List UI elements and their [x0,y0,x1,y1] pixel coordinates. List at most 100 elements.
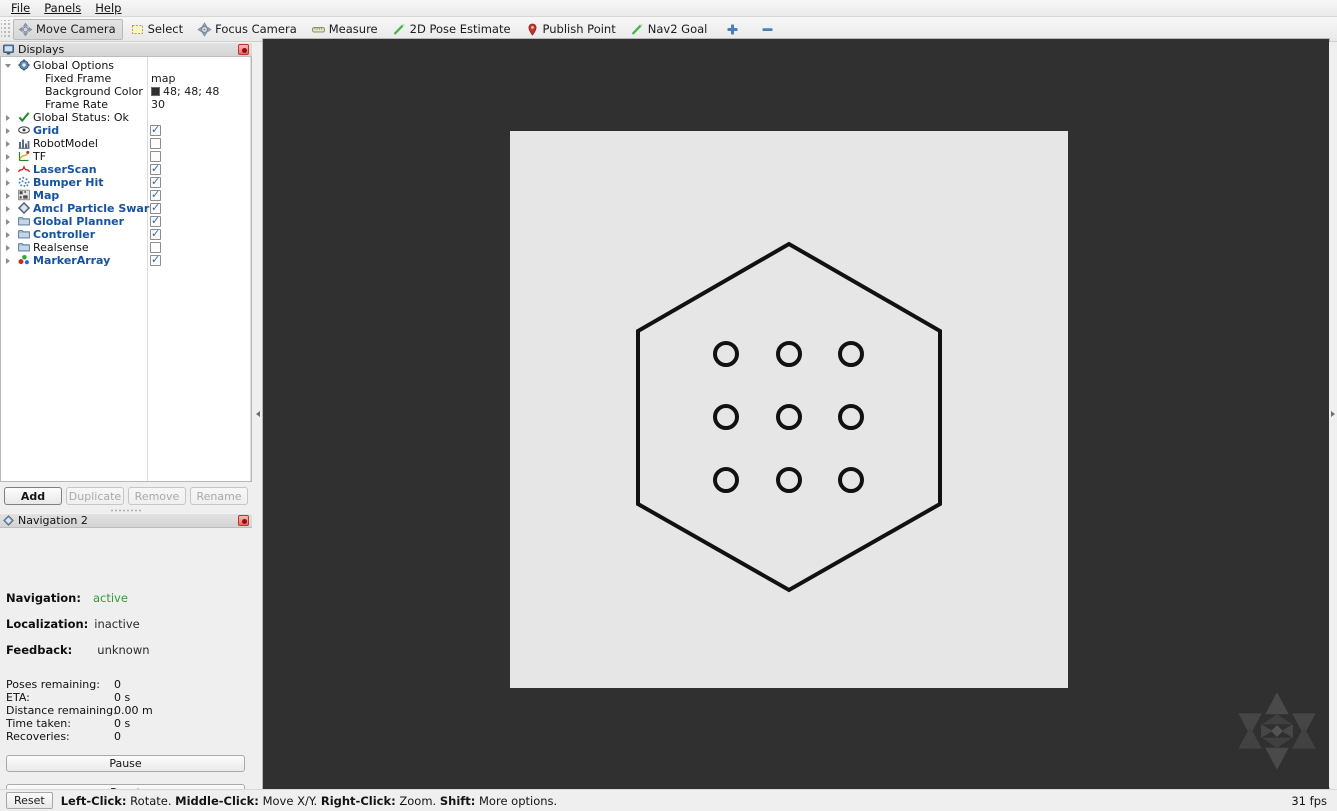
display-tree-row[interactable]: Amcl Particle Swarm [1,201,251,215]
menu-item-file[interactable]: File [4,0,37,17]
nav-status-navigation: Navigation: active [6,591,128,605]
display-enable-checkbox[interactable] [150,188,161,201]
display-tree-row[interactable]: Map [1,188,251,202]
nav-metric-poses-remaining-key: Poses remaining: [6,678,100,691]
display-enable-checkbox[interactable] [150,214,161,227]
tree-expander-closed-icon[interactable] [6,232,11,238]
tool-2d-pose-estimate[interactable]: 2D Pose Estimate [387,19,518,40]
rename-display-button[interactable]: Rename [190,487,248,505]
tree-expander-closed-icon[interactable] [6,167,11,173]
tree-expander-closed-icon[interactable] [6,180,11,186]
display-tree-row[interactable]: Background Color 48; 48; 48 [1,85,251,98]
display-row-label: Amcl Particle Swarm [33,202,161,215]
fps-counter: 31 fps [1291,793,1327,808]
displays-panel-close-icon[interactable] [238,44,249,55]
folder-icon [18,215,30,227]
display-tree-row[interactable]: Bumper Hit [1,175,251,189]
displays-tree[interactable]: Global Options Fixed Frame map Background C… [0,57,252,482]
nav-status-localization-value: inactive [94,617,140,631]
circle-obstacle [838,467,864,493]
display-enable-checkbox[interactable] [150,123,161,136]
map-geometry-overlay [636,241,942,593]
tree-expander-closed-icon[interactable] [6,245,11,251]
display-tree-row[interactable]: Global Status: Ok [1,111,251,124]
display-tree-row[interactable]: TF [1,150,251,163]
display-tree-row[interactable]: Global Planner [1,214,251,228]
plus-icon [725,22,740,37]
duplicate-display-button[interactable]: Duplicate [66,487,124,505]
reset-view-button[interactable]: Reset [6,792,53,809]
menu-item-help[interactable]: Help [88,0,128,17]
display-tree-row[interactable]: Realsense [1,241,251,254]
check-icon [18,111,30,123]
display-row-value[interactable]: 48; 48; 48 [151,85,219,98]
tree-expander-closed-icon[interactable] [6,219,11,225]
tf-icon [18,150,30,162]
display-tree-row[interactable]: Grid [1,123,251,137]
tool-nav2-goal[interactable]: Nav2 Goal [625,19,715,40]
display-row-value[interactable]: 30 [151,98,165,111]
circle-obstacle [838,341,864,367]
menu-item-help-label: Help [95,0,122,15]
circle-obstacles-group [713,341,864,493]
display-enable-checkbox[interactable] [150,227,161,240]
display-tree-row[interactable]: Frame Rate 30 [1,98,251,111]
display-tree-row[interactable]: Controller [1,227,251,241]
display-tree-row[interactable]: MarkerArray [1,253,251,267]
tool-focus-camera[interactable]: Focus Camera [192,19,304,40]
tree-expander-closed-icon[interactable] [6,115,11,121]
tool-2d-pose-estimate-label: 2D Pose Estimate [409,22,511,36]
display-enable-checkbox[interactable] [150,151,161,162]
render-panel[interactable] [263,39,1329,789]
tool-publish-point[interactable]: Publish Point [520,19,623,40]
tree-expander-closed-icon[interactable] [6,206,11,212]
tool-select[interactable]: Select [125,19,190,40]
display-row-label: LaserScan [33,163,97,176]
tree-expander-closed-icon[interactable] [6,141,11,147]
display-enable-checkbox[interactable] [150,162,161,175]
splitter-grip-icon [110,509,142,512]
tool-add-tool[interactable] [716,19,749,40]
display-row-label: Grid [33,124,60,137]
right-dock-collapse-handle[interactable] [1329,42,1337,787]
nav2-panel-close-icon[interactable] [238,515,249,526]
remove-display-button[interactable]: Remove [128,487,186,505]
tree-expander-closed-icon[interactable] [6,154,11,160]
tree-expander-closed-icon[interactable] [6,128,11,134]
chevron-left-icon [1331,410,1336,419]
hint-right-click-text: Zoom. [395,793,437,808]
display-enable-checkbox[interactable] [150,253,161,266]
tool-publish-point-label: Publish Point [542,22,616,36]
add-display-button[interactable]: Add [4,487,62,505]
folder-icon [18,228,30,240]
display-row-label: Map [33,189,60,202]
display-enable-checkbox[interactable] [150,242,161,253]
tool-measure-label: Measure [328,22,378,36]
pause-button[interactable]: Pause [6,755,245,772]
map-icon [18,189,30,201]
hint-shift-key: Shift: [439,793,476,808]
dock-collapse-handle[interactable] [252,42,262,787]
display-tree-row[interactable]: Global Options [1,59,251,72]
rviz-logo-icon [1235,689,1319,773]
displays-button-row: Add Duplicate Remove Rename [0,486,252,506]
toolbar-drag-handle[interactable] [1,19,10,39]
nav-status-feedback-value: unknown [97,643,150,657]
menu-item-panels-label: Panels [44,0,82,15]
tool-move-camera[interactable]: Move Camera [13,18,123,40]
hint-middle-click-text: Move X/Y. [258,793,318,808]
display-enable-checkbox[interactable] [150,201,161,214]
display-enable-checkbox[interactable] [150,138,161,149]
display-row-value[interactable]: map [151,72,175,85]
display-tree-row[interactable]: Fixed Frame map [1,72,251,85]
tool-measure[interactable]: Measure [306,19,385,40]
menu-item-panels[interactable]: Panels [37,0,88,17]
tree-expander-open-icon[interactable] [5,63,11,69]
measure-icon [311,22,326,37]
tool-remove-tool[interactable] [751,19,785,41]
tree-expander-closed-icon[interactable] [6,258,11,264]
display-enable-checkbox[interactable] [150,175,161,188]
display-tree-row[interactable]: RobotModel [1,137,251,150]
tree-expander-closed-icon[interactable] [6,193,11,199]
display-tree-row[interactable]: LaserScan [1,162,251,176]
